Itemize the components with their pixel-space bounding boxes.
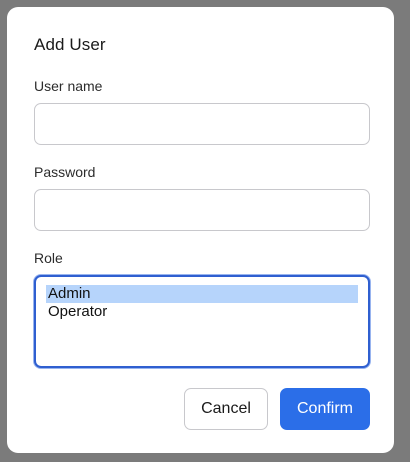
password-label: Password bbox=[34, 164, 96, 180]
role-option-operator[interactable]: Operator bbox=[46, 303, 358, 321]
role-listbox[interactable]: Admin Operator bbox=[34, 275, 370, 368]
add-user-dialog: Add User User name Password Role Admin O… bbox=[7, 7, 394, 453]
username-label: User name bbox=[34, 78, 103, 94]
cancel-button-label: Cancel bbox=[201, 400, 251, 417]
password-input[interactable] bbox=[34, 189, 370, 231]
role-label: Role bbox=[34, 250, 63, 266]
dialog-title: Add User bbox=[34, 35, 106, 54]
confirm-button-label: Confirm bbox=[296, 400, 353, 417]
confirm-button[interactable]: Confirm bbox=[280, 388, 370, 430]
cancel-button[interactable]: Cancel bbox=[184, 388, 268, 430]
username-input[interactable] bbox=[34, 103, 370, 145]
role-option-admin[interactable]: Admin bbox=[46, 285, 358, 303]
